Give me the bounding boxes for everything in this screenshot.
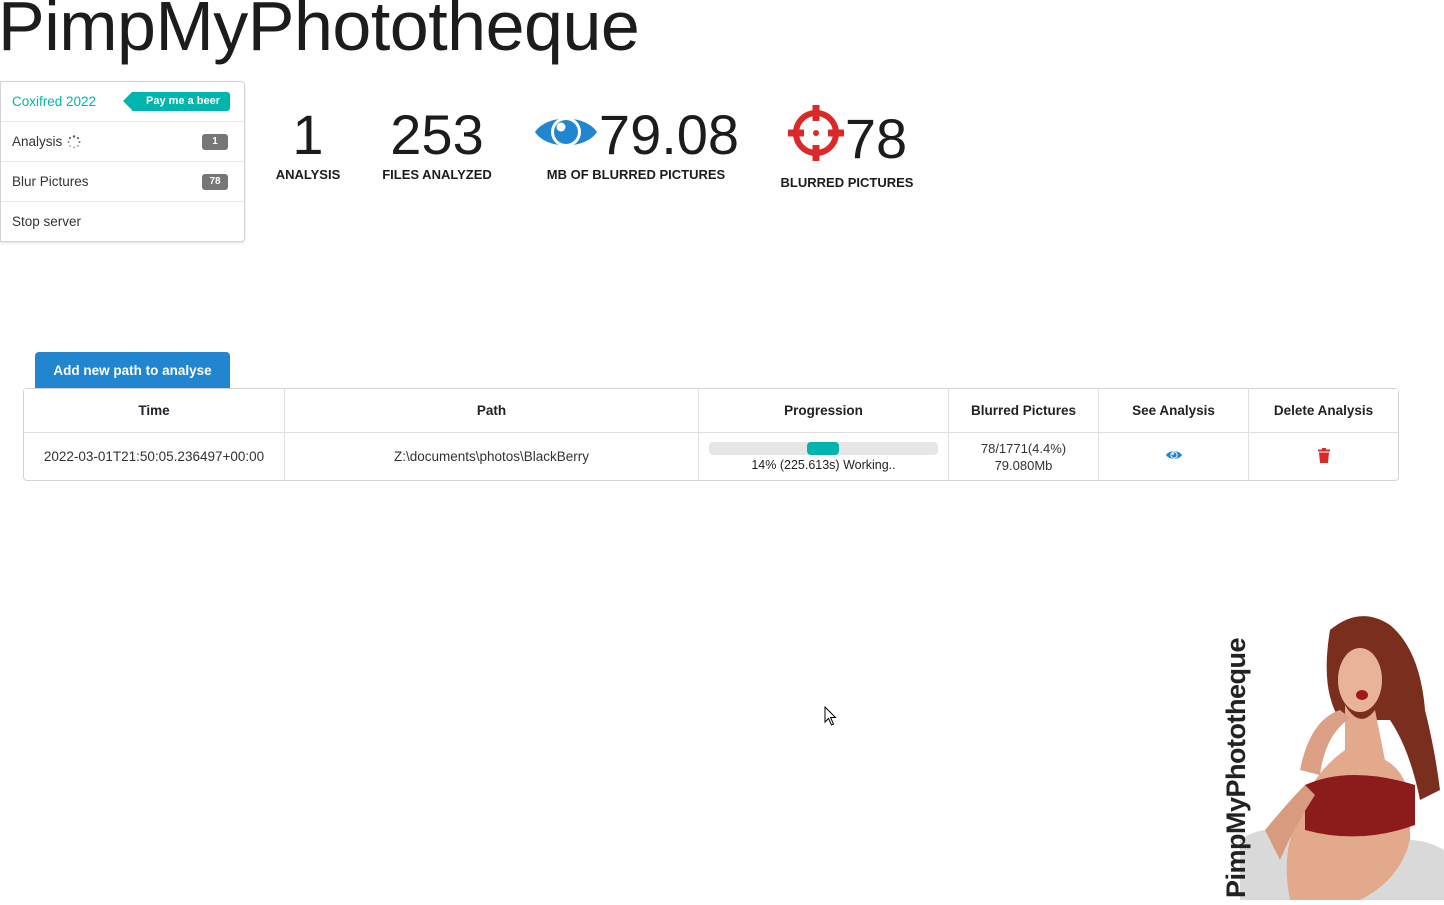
delete-analysis-cell (1248, 433, 1398, 480)
stat-analysis: 1 ANALYSIS (272, 103, 344, 183)
eye-icon[interactable] (1165, 449, 1183, 464)
stat-label: BLURRED PICTURES (780, 175, 914, 190)
column-header-delete-analysis[interactable]: Delete Analysis (1248, 389, 1398, 433)
stat-value: 79.08 (598, 103, 740, 166)
stat-files-analyzed: 253 FILES ANALYZED (378, 103, 496, 183)
spinner-icon (67, 134, 81, 149)
analysis-table: Time Path Progression Blurred Pictures S… (23, 388, 1399, 481)
column-header-time[interactable]: Time (24, 389, 284, 433)
crosshair-icon (787, 104, 845, 174)
blurred-pictures-cell: 78/1771(4.4%) 79.080Mb (948, 433, 1098, 480)
app-title: PimpMyPhototheque (0, 0, 640, 65)
path-cell: Z:\documents\photos\BlackBerry (284, 433, 698, 480)
sidebar-item-coxifred[interactable]: Coxifred 2022 Pay me a beer (1, 82, 244, 122)
time-cell: 2022-03-01T21:50:05.236497+00:00 (43, 449, 265, 464)
blur-pictures-count-badge: 78 (202, 174, 228, 190)
table-row: 2022-03-01T21:50:05.236497+00:00 Z:\docu… (24, 433, 1398, 480)
sidebar-item-analysis[interactable]: Analysis 1 (1, 122, 244, 162)
sidebar-menu: Coxifred 2022 Pay me a beer Analysis 1 B… (0, 81, 245, 242)
pay-me-a-beer-tag[interactable]: Pay me a beer (123, 92, 230, 111)
stat-value: 1 (292, 103, 324, 166)
sidebar-item-label: Coxifred 2022 (12, 94, 97, 109)
logo-text: PimpMyPhototheque (1221, 638, 1251, 898)
stat-label: MB OF BLURRED PICTURES (546, 167, 726, 182)
blurred-count: 78/1771(4.4%) (980, 440, 1067, 456)
blurred-size: 79.080Mb (994, 457, 1053, 473)
progress-label: 14% (225.613s) Working.. (751, 458, 896, 472)
sidebar-item-stop-server[interactable]: Stop server (1, 202, 244, 241)
mouse-cursor-icon (824, 705, 838, 731)
sidebar-item-blur-pictures[interactable]: Blur Pictures 78 (1, 162, 244, 202)
add-new-path-button[interactable]: Add new path to analyse (35, 352, 230, 388)
stat-mb-blurred: 79.08 MB OF BLURRED PICTURES (530, 104, 742, 182)
sidebar-item-label: Analysis (12, 134, 63, 149)
column-header-see-analysis[interactable]: See Analysis (1098, 389, 1248, 433)
progression-cell: 14% (225.613s) Working.. (698, 433, 948, 480)
sidebar-item-label: Blur Pictures (12, 174, 89, 189)
analysis-count-badge: 1 (202, 134, 228, 150)
column-header-blurred-pictures[interactable]: Blurred Pictures (948, 389, 1098, 433)
stat-blurred-pictures: 78 BLURRED PICTURES (778, 104, 916, 190)
see-analysis-cell (1098, 433, 1248, 480)
stat-label: FILES ANALYZED (382, 167, 492, 182)
stat-label: ANALYSIS (275, 167, 341, 182)
progress-bar-fill (807, 442, 839, 455)
column-header-path[interactable]: Path (284, 389, 698, 433)
progress-bar (709, 442, 938, 455)
sidebar-item-label: Stop server (12, 214, 82, 229)
column-header-progression[interactable]: Progression (698, 389, 948, 433)
trash-icon[interactable] (1317, 447, 1330, 466)
stat-value: 78 (844, 107, 908, 170)
eye-icon (533, 104, 599, 166)
stat-value: 253 (390, 103, 484, 166)
